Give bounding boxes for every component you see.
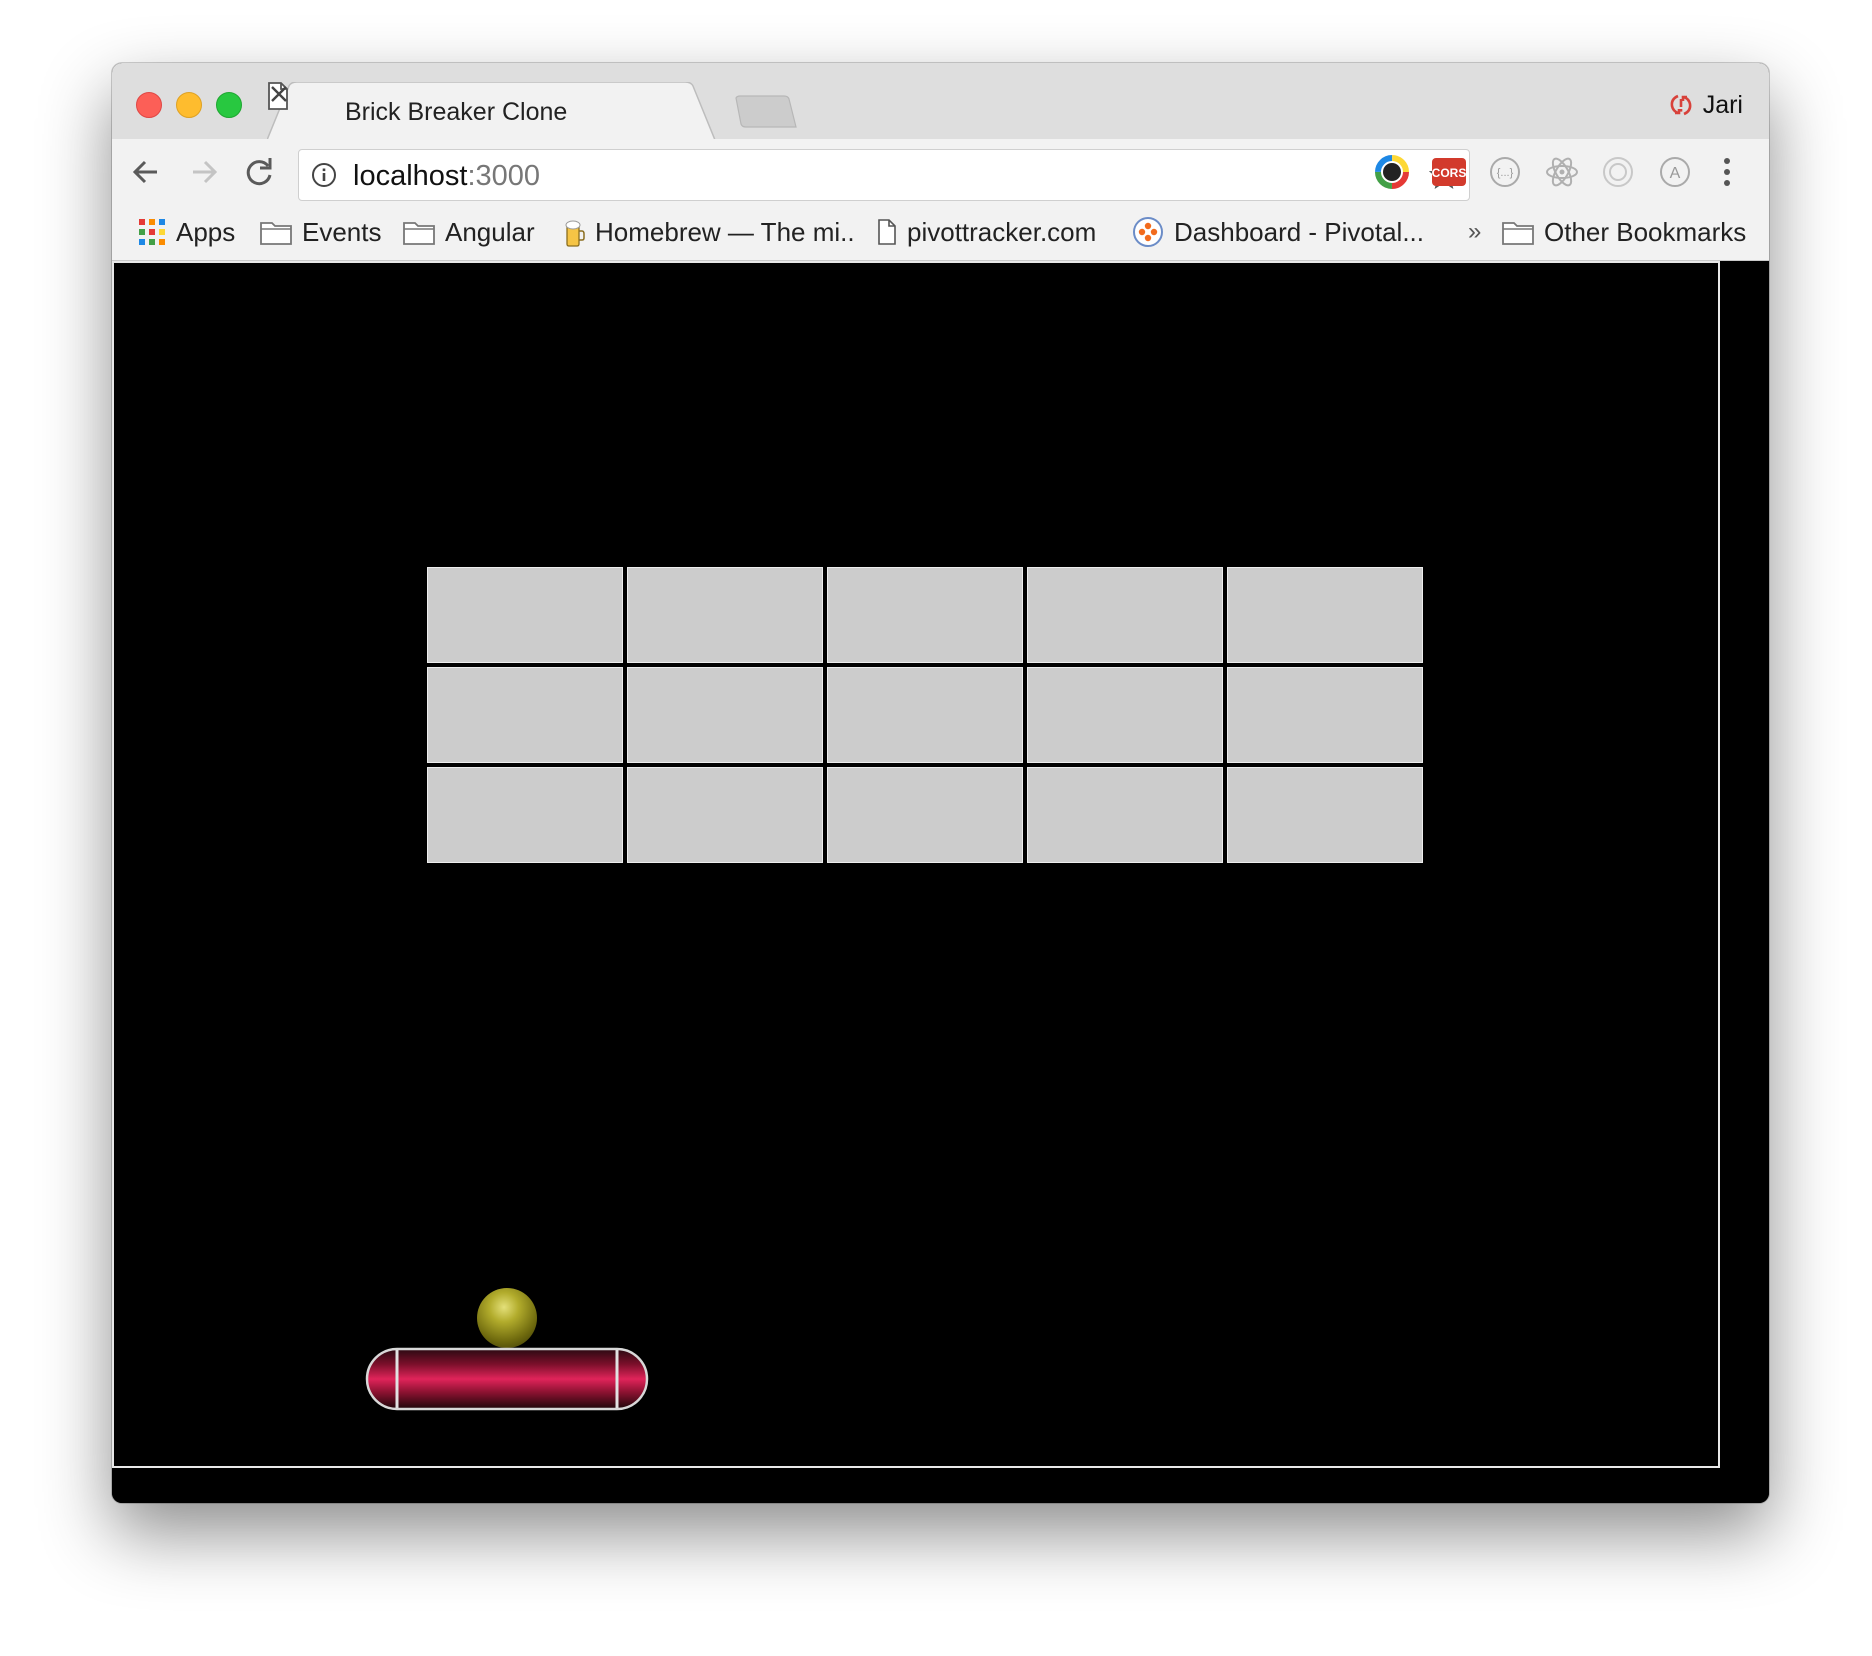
react-devtools-icon[interactable]: [1543, 153, 1581, 191]
bookmark-label: Angular: [445, 216, 535, 247]
brick: [827, 567, 1023, 663]
tab-brick-breaker[interactable]: Brick Breaker Clone: [267, 82, 727, 140]
other-bookmarks-folder[interactable]: Other Bookmarks: [1502, 215, 1746, 249]
maximize-window-button[interactable]: [216, 92, 242, 118]
ball: [477, 1288, 537, 1348]
bookmark-homebrew[interactable]: Homebrew — The mi..: [563, 215, 855, 249]
brick: [627, 767, 823, 863]
page-icon: [878, 219, 896, 245]
new-tab-button[interactable]: [734, 95, 798, 129]
bookmark-label: Dashboard - Pivotal...: [1174, 216, 1425, 247]
homebrew-icon: [565, 220, 585, 247]
brick: [827, 767, 1023, 863]
folder-icon: [403, 222, 435, 245]
url-host: localhost: [353, 160, 468, 192]
brick: [1027, 667, 1223, 763]
sync-error-icon: [1670, 94, 1692, 116]
brick: [427, 767, 623, 863]
brick: [827, 667, 1023, 763]
profile-button[interactable]: Jari: [1667, 87, 1743, 123]
pivotal-icon: [1133, 217, 1163, 247]
minimize-window-button[interactable]: [176, 92, 202, 118]
folder-icon: [260, 222, 292, 245]
brick: [427, 567, 623, 663]
url-port: :3000: [467, 160, 541, 192]
menu-dots-icon[interactable]: [1717, 153, 1737, 191]
reload-icon[interactable]: [238, 151, 280, 193]
toolbar: localhost:3000 CORS {...} A: [112, 139, 1769, 205]
page-viewport: [112, 261, 1769, 1503]
apps-grid-icon: [139, 219, 165, 245]
target-extension-icon[interactable]: [1599, 153, 1637, 191]
font-extension-label: A: [1670, 165, 1681, 182]
brick: [627, 567, 823, 663]
paddle[interactable]: [365, 1347, 649, 1411]
svg-text:{...}: {...}: [1497, 167, 1514, 179]
forward-arrow-icon[interactable]: [182, 151, 224, 193]
brick: [1227, 667, 1423, 763]
brick: [1027, 767, 1223, 863]
info-icon[interactable]: [311, 162, 337, 188]
brick: [627, 667, 823, 763]
brick: [1227, 767, 1423, 863]
bookmark-label: Apps: [176, 216, 236, 247]
bookmark-label: Events: [302, 216, 382, 247]
profile-name: Jari: [1702, 90, 1743, 119]
bookmark-label: pivottracker.com: [907, 216, 1097, 247]
bookmark-label: Other Bookmarks: [1544, 216, 1747, 247]
brick: [1227, 567, 1423, 663]
tab-title: Brick Breaker Clone: [345, 98, 568, 126]
close-tab-icon[interactable]: [267, 82, 291, 106]
bookmark-pivotal-dashboard[interactable]: Dashboard - Pivotal...: [1132, 215, 1424, 249]
brick: [1027, 567, 1223, 663]
overflow-chevron-icon: »: [1468, 218, 1482, 245]
address-bar[interactable]: localhost:3000: [298, 149, 1470, 201]
json-extension-icon[interactable]: {...}: [1486, 153, 1524, 191]
game-board[interactable]: [112, 261, 1720, 1468]
brick: [427, 667, 623, 763]
font-extension-icon[interactable]: A: [1656, 153, 1694, 191]
bookmarks-bar: Apps Events Angular Homebrew — The mi..: [112, 205, 1769, 261]
bookmarks-overflow-button[interactable]: »: [1468, 215, 1481, 249]
back-arrow-icon[interactable]: [126, 151, 168, 193]
cors-extension-icon[interactable]: CORS: [1430, 153, 1468, 191]
browser-window: Brick Breaker Clone Jari localhost:3000 …: [112, 63, 1769, 1503]
bookmark-angular-folder[interactable]: Angular: [403, 215, 535, 249]
bookmark-apps[interactable]: Apps: [138, 215, 235, 249]
bookmark-pivottracker[interactable]: pivottracker.com: [877, 215, 1096, 249]
cors-label: CORS: [1432, 166, 1467, 180]
bookmark-label: Homebrew — The mi..: [595, 216, 855, 247]
close-window-button[interactable]: [136, 92, 162, 118]
color-wheel-extension-icon[interactable]: [1373, 153, 1411, 191]
url-text: localhost:3000: [353, 160, 540, 193]
bookmark-events-folder[interactable]: Events: [260, 215, 382, 249]
tab-strip: Brick Breaker Clone Jari: [112, 63, 1769, 140]
folder-icon: [1502, 222, 1534, 245]
